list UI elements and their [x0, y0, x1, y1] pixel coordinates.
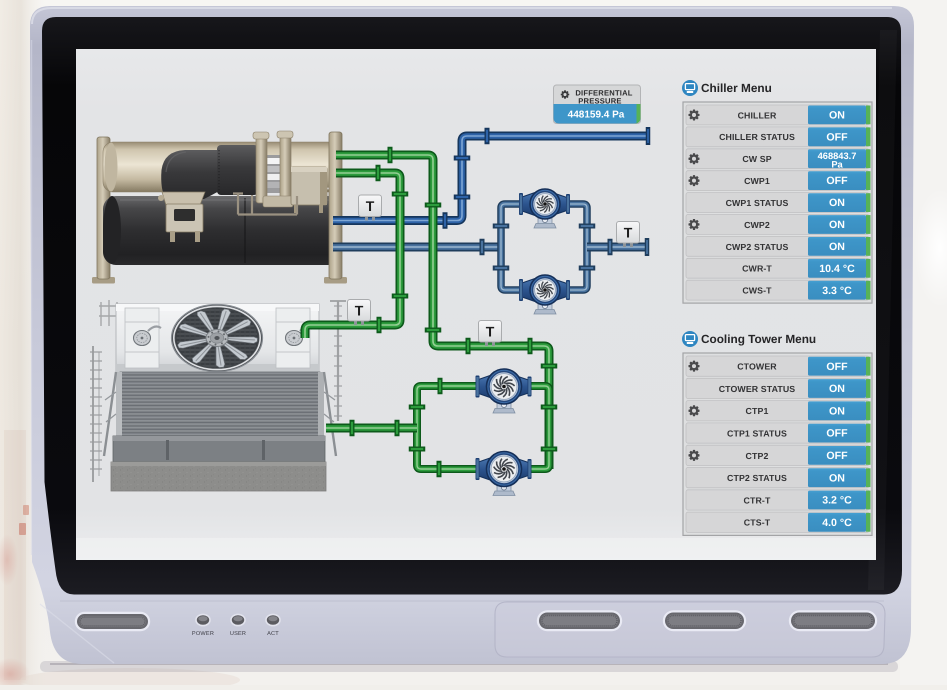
svg-text:CW SP: CW SP [742, 154, 771, 164]
svg-text:CTP1 STATUS: CTP1 STATUS [727, 428, 787, 438]
svg-text:CHILLER STATUS: CHILLER STATUS [719, 132, 795, 142]
svg-text:CTR-T: CTR-T [744, 495, 771, 505]
svg-text:10.4 °C: 10.4 °C [819, 263, 855, 275]
svg-text:CWP2 STATUS: CWP2 STATUS [726, 242, 789, 252]
svg-text:3.2 °C: 3.2 °C [822, 495, 852, 507]
svg-text:PRESSURE: PRESSURE [578, 97, 621, 106]
svg-text:448159.4 Pa: 448159.4 Pa [568, 110, 625, 121]
svg-text:CTP2: CTP2 [746, 451, 769, 461]
svg-text:T: T [366, 198, 375, 214]
svg-text:OFF: OFF [826, 175, 848, 187]
svg-text:ON: ON [829, 219, 845, 231]
svg-text:ON: ON [829, 241, 845, 253]
svg-text:USER: USER [230, 631, 246, 637]
svg-text:ACT: ACT [267, 631, 279, 637]
svg-text:T: T [624, 225, 633, 241]
svg-text:ON: ON [829, 405, 845, 417]
svg-text:OFF: OFF [826, 450, 848, 462]
svg-text:POWER: POWER [192, 631, 214, 637]
svg-text:3.3 °C: 3.3 °C [822, 285, 852, 297]
svg-text:ON: ON [829, 383, 845, 395]
svg-text:CTP2 STATUS: CTP2 STATUS [727, 473, 787, 483]
svg-text:CWP2: CWP2 [744, 220, 770, 230]
svg-text:ON: ON [829, 110, 845, 122]
svg-text:CWP1 STATUS: CWP1 STATUS [726, 198, 789, 208]
svg-text:Pa: Pa [831, 159, 843, 169]
svg-text:CTP1: CTP1 [746, 406, 769, 416]
svg-text:ON: ON [829, 197, 845, 209]
svg-text:CHILLER: CHILLER [738, 110, 777, 120]
svg-text:OFF: OFF [826, 131, 848, 143]
svg-text:4.0 °C: 4.0 °C [822, 517, 852, 529]
svg-text:T: T [355, 303, 364, 319]
svg-text:CWR-T: CWR-T [742, 264, 772, 274]
svg-text:CWS-T: CWS-T [742, 286, 772, 296]
svg-text:Chiller Menu: Chiller Menu [701, 81, 772, 95]
svg-text:Cooling Tower Menu: Cooling Tower Menu [701, 332, 816, 346]
svg-text:CTOWER STATUS: CTOWER STATUS [719, 384, 796, 394]
svg-text:CTS-T: CTS-T [744, 518, 771, 528]
svg-text:CWP1: CWP1 [744, 176, 770, 186]
svg-text:OFF: OFF [826, 428, 848, 440]
svg-text:ON: ON [829, 472, 845, 484]
svg-text:CTOWER: CTOWER [737, 362, 777, 372]
svg-text:T: T [486, 324, 495, 340]
svg-text:OFF: OFF [826, 361, 848, 373]
